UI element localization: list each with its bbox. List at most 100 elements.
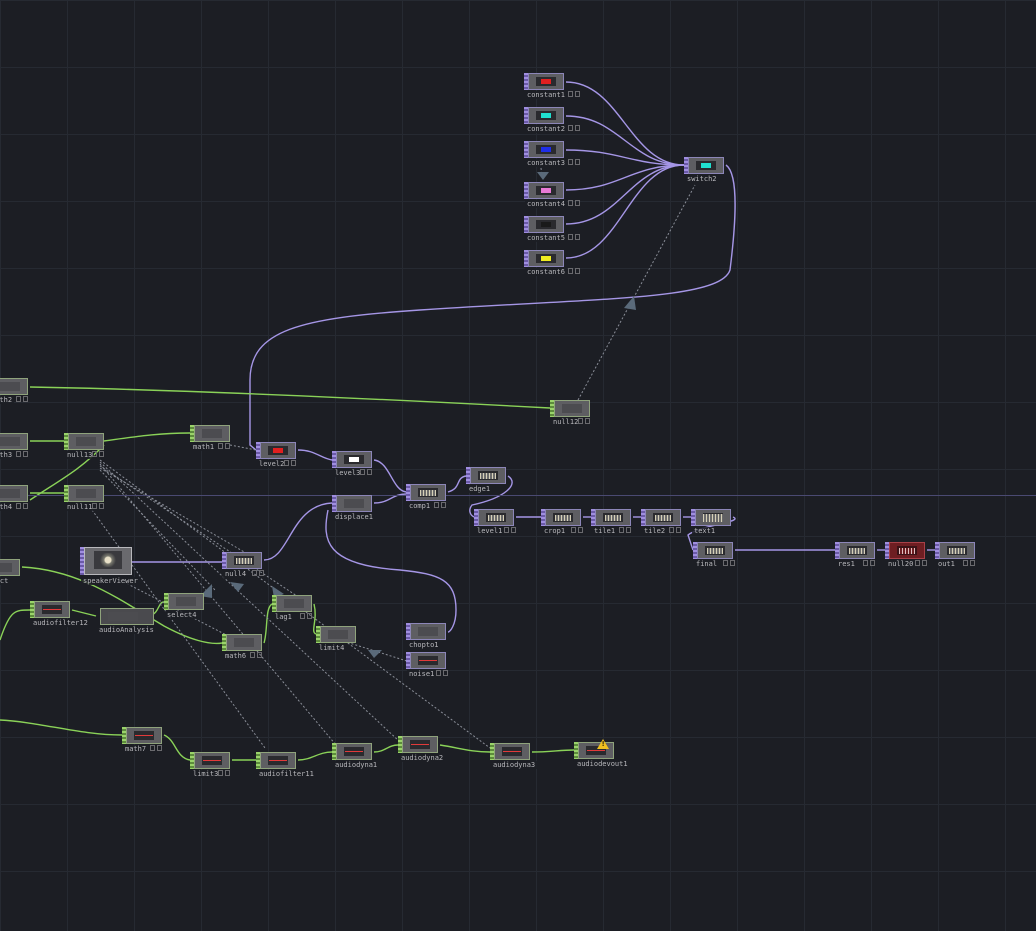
node-noise1[interactable]: noise1 bbox=[406, 652, 448, 678]
node-label: null13 bbox=[65, 451, 95, 459]
node-audiofilter11[interactable]: audiofilter11 bbox=[256, 752, 316, 778]
node-constant3[interactable]: constant3 bbox=[524, 141, 580, 167]
node-math7[interactable]: math7 bbox=[122, 727, 164, 753]
node-label: lag1 bbox=[273, 613, 294, 621]
node-label: speakerViewer bbox=[81, 577, 140, 585]
node-label: null20 bbox=[886, 560, 916, 568]
node-math4[interactable]: math4 bbox=[0, 485, 30, 511]
node-math6[interactable]: math6 bbox=[222, 634, 264, 660]
node-label: edge1 bbox=[467, 485, 493, 493]
node-limit3[interactable]: limit3 bbox=[190, 752, 232, 778]
node-label: level2 bbox=[257, 460, 287, 468]
node-label: audiofilter12 bbox=[31, 619, 90, 627]
node-constant6[interactable]: constant6 bbox=[524, 250, 580, 276]
node-label: res1 bbox=[836, 560, 857, 568]
node-edge1[interactable]: edge1 bbox=[466, 467, 508, 493]
node-label: null11 bbox=[65, 503, 95, 511]
node-switch2[interactable]: switch2 bbox=[684, 157, 726, 183]
node-label: null12 bbox=[551, 418, 581, 426]
color-swatch bbox=[541, 222, 551, 227]
node-label: math2 bbox=[0, 396, 15, 404]
node-label: constant1 bbox=[525, 91, 567, 99]
connection-wires bbox=[0, 81, 935, 761]
node-comp1[interactable]: comp1 bbox=[406, 484, 448, 510]
node-lag1[interactable]: lag1 bbox=[272, 595, 314, 621]
node-label: audiofilter11 bbox=[257, 770, 316, 778]
node-label: noise1 bbox=[407, 670, 437, 678]
node-label: math6 bbox=[223, 652, 249, 660]
network-editor-canvas[interactable]: constant1 constant2 constant3 constant4 … bbox=[0, 0, 1036, 931]
node-label: audiodyna2 bbox=[399, 754, 446, 762]
node-label: text1 bbox=[692, 527, 718, 535]
node-label: constant3 bbox=[525, 159, 567, 167]
node-audiodyna1[interactable]: audiodyna1 bbox=[332, 743, 380, 769]
warning-icon[interactable] bbox=[597, 739, 609, 749]
node-label: constant6 bbox=[525, 268, 567, 276]
node-level3[interactable]: level3 bbox=[332, 451, 374, 477]
node-speakerviewer[interactable]: speakerViewer bbox=[80, 547, 140, 585]
node-level2[interactable]: level2 bbox=[256, 442, 298, 468]
color-swatch bbox=[349, 457, 359, 462]
node-label: displace1 bbox=[333, 513, 375, 521]
node-tile1[interactable]: tile1 bbox=[591, 509, 633, 535]
node-crop1[interactable]: crop1 bbox=[541, 509, 583, 535]
node-audiodevout1[interactable]: audiodevout1 bbox=[574, 739, 630, 768]
node-chopto1[interactable]: chopto1 bbox=[406, 623, 448, 649]
node-label: out1 bbox=[936, 560, 957, 568]
node-out1[interactable]: out1 bbox=[935, 542, 977, 568]
color-swatch bbox=[541, 188, 551, 193]
node-level1[interactable]: level1 bbox=[474, 509, 516, 535]
color-swatch bbox=[541, 147, 551, 152]
node-res1[interactable]: res1 bbox=[835, 542, 877, 568]
node-label: final bbox=[694, 560, 720, 568]
timeline-guide-line bbox=[0, 495, 1036, 496]
node-label: math4 bbox=[0, 503, 15, 511]
node-audiodyna2[interactable]: audiodyna2 bbox=[398, 736, 446, 762]
node-label: level3 bbox=[333, 469, 363, 477]
node-null12[interactable]: null12 bbox=[550, 400, 592, 426]
node-displace1[interactable]: displace1 bbox=[332, 495, 375, 521]
node-null4[interactable]: null4 bbox=[222, 552, 264, 578]
node-text1[interactable]: text1 bbox=[691, 509, 733, 535]
node-null20[interactable]: null20 bbox=[885, 542, 927, 568]
node-label: switch2 bbox=[685, 175, 719, 183]
node-constant4[interactable]: constant4 bbox=[524, 182, 580, 208]
node-label: limit4 bbox=[317, 644, 347, 652]
color-swatch bbox=[273, 448, 283, 453]
node-math1[interactable]: math1 bbox=[190, 425, 232, 451]
node-label: chopto1 bbox=[407, 641, 441, 649]
node-select4[interactable]: select4 bbox=[164, 593, 206, 619]
node-constant5[interactable]: constant5 bbox=[524, 216, 580, 242]
node-label: audioAnalysis bbox=[97, 626, 156, 634]
node-label: audiodyna3 bbox=[491, 761, 538, 769]
node-math2[interactable]: math2 bbox=[0, 378, 30, 404]
node-label: audiodevout1 bbox=[575, 760, 630, 768]
node-label: null4 bbox=[223, 570, 249, 578]
node-label: math7 bbox=[123, 745, 149, 753]
node-constant1[interactable]: constant1 bbox=[524, 73, 580, 99]
node-label: limit3 bbox=[191, 770, 221, 778]
node-tile2[interactable]: tile2 bbox=[641, 509, 683, 535]
node-label: audiodyna1 bbox=[333, 761, 380, 769]
color-swatch bbox=[541, 113, 551, 118]
node-audiofilter12[interactable]: audiofilter12 bbox=[30, 601, 90, 627]
node-label: tile2 bbox=[642, 527, 668, 535]
node-label: constant2 bbox=[525, 125, 567, 133]
node-label: select bbox=[0, 577, 11, 585]
node-label: crop1 bbox=[542, 527, 568, 535]
node-label: constant5 bbox=[525, 234, 567, 242]
node-audioanalysis[interactable]: audioAnalysis bbox=[96, 608, 156, 634]
node-audiodyna3[interactable]: audiodyna3 bbox=[490, 743, 538, 769]
color-swatch bbox=[541, 79, 551, 84]
node-select[interactable]: select bbox=[0, 559, 22, 585]
node-null11[interactable]: null11 bbox=[64, 485, 106, 511]
node-label: comp1 bbox=[407, 502, 433, 510]
node-null13[interactable]: null13 bbox=[64, 433, 106, 459]
node-final[interactable]: final bbox=[693, 542, 735, 568]
node-math3[interactable]: math3 bbox=[0, 433, 30, 459]
node-label: select4 bbox=[165, 611, 199, 619]
node-limit4[interactable]: limit4 bbox=[316, 626, 358, 652]
node-label: math1 bbox=[191, 443, 217, 451]
color-swatch bbox=[701, 163, 711, 168]
node-constant2[interactable]: constant2 bbox=[524, 107, 580, 133]
